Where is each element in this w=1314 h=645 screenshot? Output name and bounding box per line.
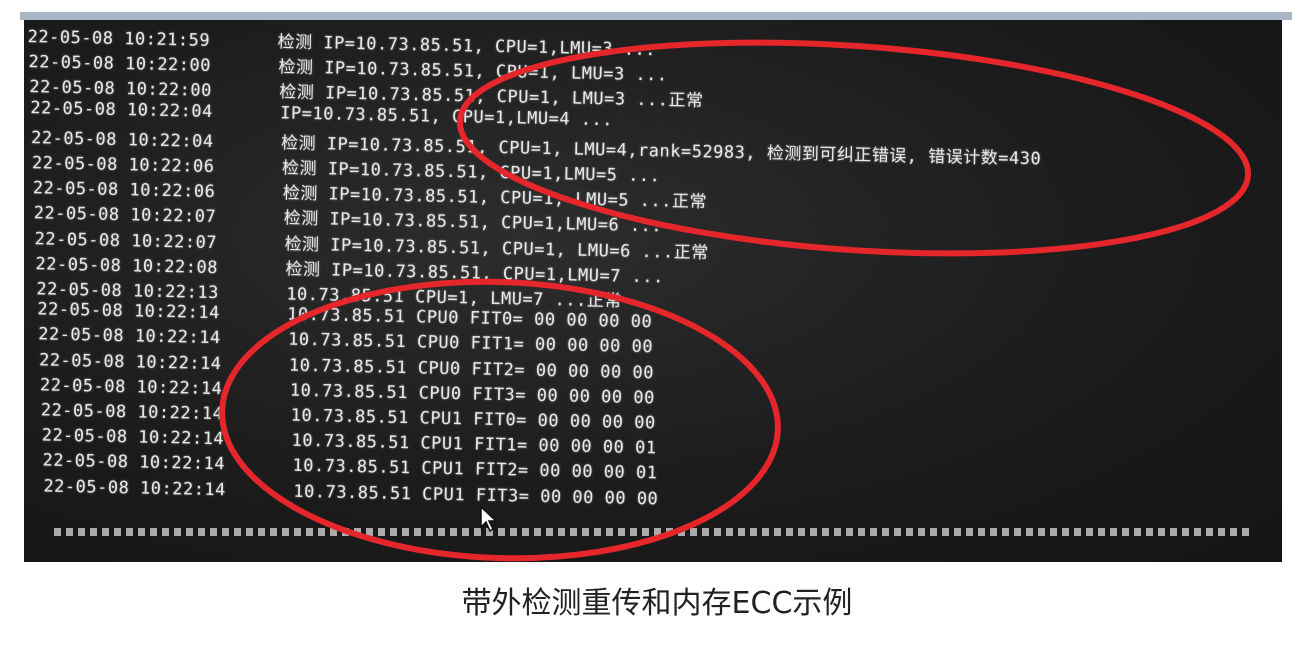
- annotation-layer: [219, 39, 1252, 562]
- highlight-ellipse-fit-counters: [219, 278, 781, 562]
- highlight-ellipse-ecc-error: [456, 39, 1252, 257]
- slide-top-bar: [20, 12, 1292, 20]
- terminal-photo: 22-05-08 10:21:59 检测 IP=10.73.85.51, CPU=…: [24, 20, 1282, 562]
- slide-caption: 带外检测重传和内存ECC示例: [461, 586, 853, 621]
- mouse-pointer-icon: [480, 505, 498, 533]
